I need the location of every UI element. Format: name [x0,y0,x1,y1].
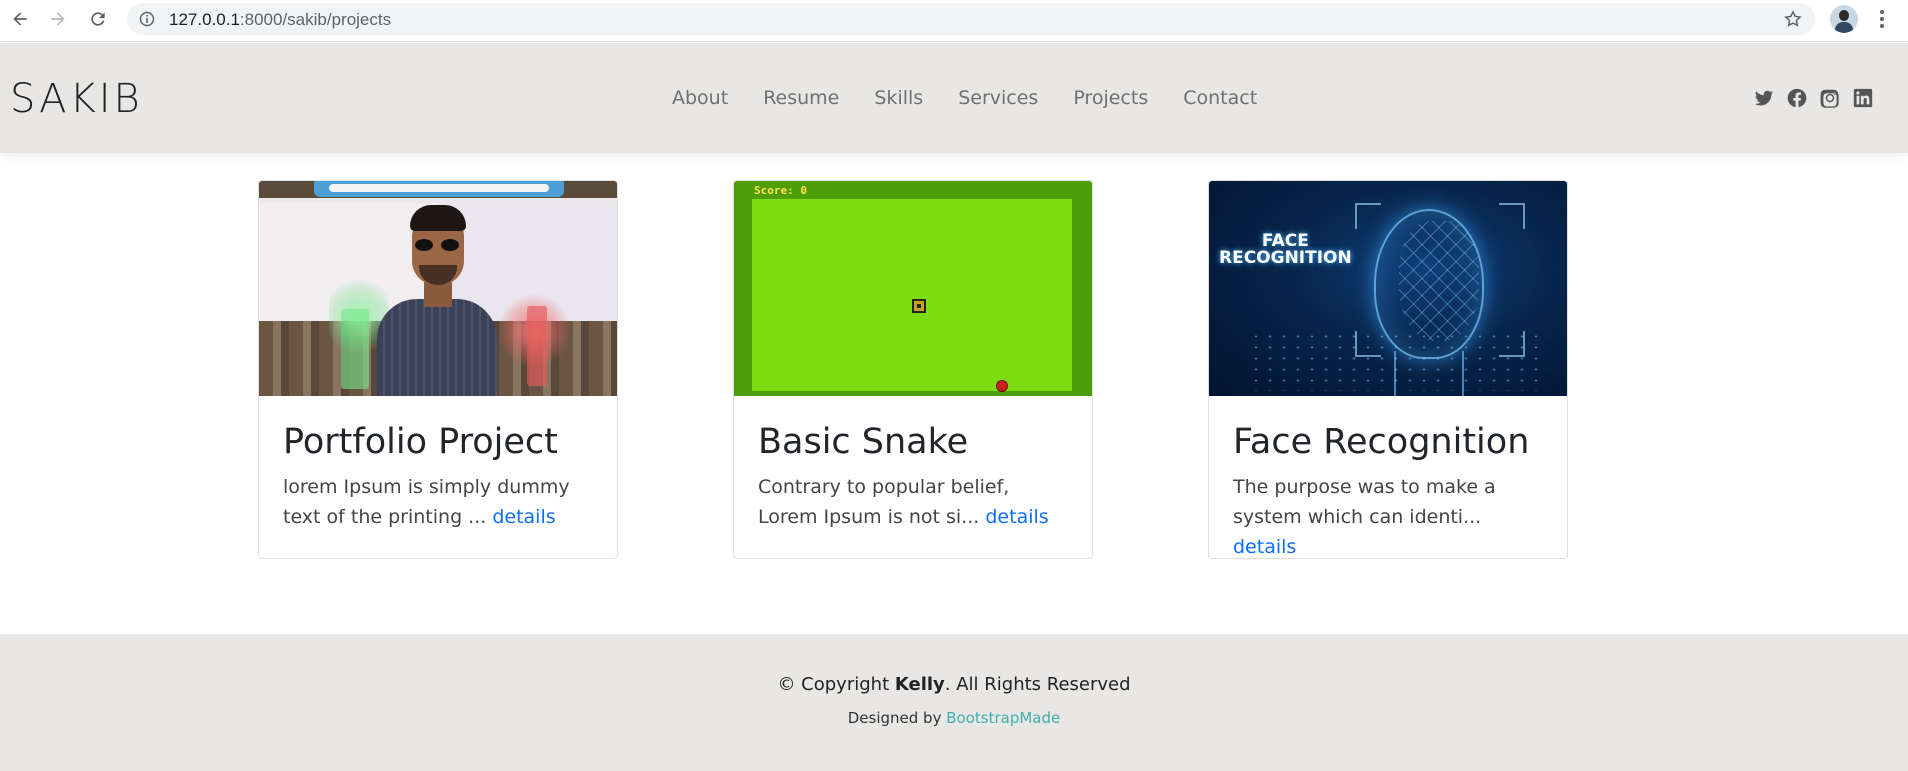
project-thumbnail-face-recognition[interactable]: FACE RECOGNITION [1209,181,1567,396]
project-card-portfolio[interactable]: Portfolio Project lorem Ipsum is simply … [258,180,618,559]
copyright-text: © Copyright Kelly. All Rights Reserved [777,674,1131,695]
details-link[interactable]: details [492,506,555,528]
profile-avatar[interactable] [1830,5,1858,33]
bookmark-star-icon[interactable] [1783,9,1803,29]
nav-projects[interactable]: Projects [1073,87,1148,109]
main-nav: About Resume Skills Services Projects Co… [672,87,1292,109]
designer-link[interactable]: BootstrapMade [946,709,1060,727]
projects-grid: Portfolio Project lorem Ipsum is simply … [258,180,1568,560]
twitter-icon[interactable] [1753,87,1775,109]
browser-menu-icon[interactable] [1876,8,1888,30]
address-bar[interactable]: 127.0.0.1:8000/sakib/projects [127,3,1815,35]
project-card-snake[interactable]: Score: 0 Basic Snake Contrary to popular… [733,180,1093,559]
back-icon[interactable] [8,7,32,31]
url-text: 127.0.0.1:8000/sakib/projects [169,10,392,29]
project-thumbnail-portfolio[interactable] [259,181,617,396]
details-link[interactable]: details [1233,536,1296,558]
nav-skills[interactable]: Skills [874,87,923,109]
credits-text: Designed by BootstrapMade [847,709,1061,727]
copyright-name: Kelly [894,674,945,695]
project-title: Portfolio Project [283,422,558,462]
project-title: Face Recognition [1233,422,1530,462]
snake-score-text: Score: 0 [754,184,807,197]
site-logo[interactable]: SAKIB [10,76,143,122]
site-info-icon[interactable] [139,11,155,27]
project-title: Basic Snake [758,422,969,462]
facebook-icon[interactable] [1786,87,1808,109]
social-links [1753,87,1874,109]
forward-icon[interactable] [46,7,70,31]
browser-toolbar: 127.0.0.1:8000/sakib/projects [0,0,1908,42]
face-recognition-graphic-title: FACE RECOGNITION [1219,231,1352,268]
details-link[interactable]: details [985,506,1048,528]
instagram-icon[interactable] [1819,87,1841,109]
nav-services[interactable]: Services [958,87,1038,109]
project-thumbnail-snake[interactable]: Score: 0 [734,181,1092,396]
project-card-face-recognition[interactable]: FACE RECOGNITION Face Recognition The pu… [1208,180,1568,559]
project-excerpt: lorem Ipsum is simply dummy text of the … [283,476,570,529]
nav-resume[interactable]: Resume [763,87,839,109]
nav-contact[interactable]: Contact [1183,87,1257,109]
project-excerpt: The purpose was to make a system which c… [1233,476,1496,559]
site-header: SAKIB About Resume Skills Services Proje… [0,43,1908,153]
project-excerpt: Contrary to popular belief, Lorem Ipsum … [758,476,1049,529]
reload-icon[interactable] [86,7,110,31]
site-footer: © Copyright Kelly. All Rights Reserved D… [0,634,1908,771]
nav-about[interactable]: About [672,87,728,109]
linkedin-icon[interactable] [1852,87,1874,109]
